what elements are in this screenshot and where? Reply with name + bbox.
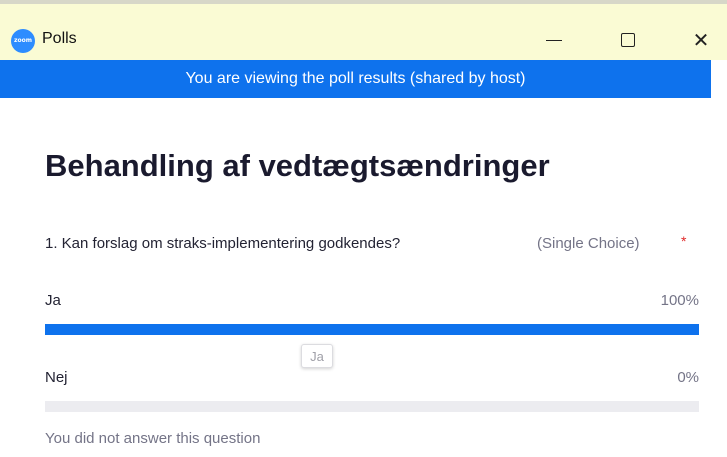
option-percent-ja: 100% [660,292,699,309]
result-bar-nej [45,401,699,412]
poll-title: Behandling af vedtægtsændringer [45,148,550,183]
answer-status-note: You did not answer this question [45,430,261,447]
window-title: Polls [42,30,77,47]
minimize-icon [546,39,562,41]
option-percent-nej: 0% [677,369,699,386]
shared-results-banner: You are viewing the poll results (shared… [0,60,711,98]
window-titlebar[interactable]: zoom Polls ✕ [0,4,727,60]
minimize-button[interactable] [531,22,577,58]
question-type: (Single Choice) [537,235,640,252]
close-icon: ✕ [692,28,710,52]
banner-text: You are viewing the poll results (shared… [185,70,526,87]
result-bar-fill-ja [45,324,699,335]
question-text: 1. Kan forslag om straks-implementering … [45,235,401,252]
required-marker: * [681,233,687,249]
result-bar-ja [45,324,699,335]
close-button[interactable]: ✕ [678,22,724,58]
maximize-icon [621,33,635,47]
zoom-logo-icon: zoom [11,29,35,53]
option-label-ja: Ja [45,292,61,309]
option-label-nej: Nej [45,369,68,386]
maximize-button[interactable] [605,22,651,58]
option-tooltip: Ja [301,344,333,368]
